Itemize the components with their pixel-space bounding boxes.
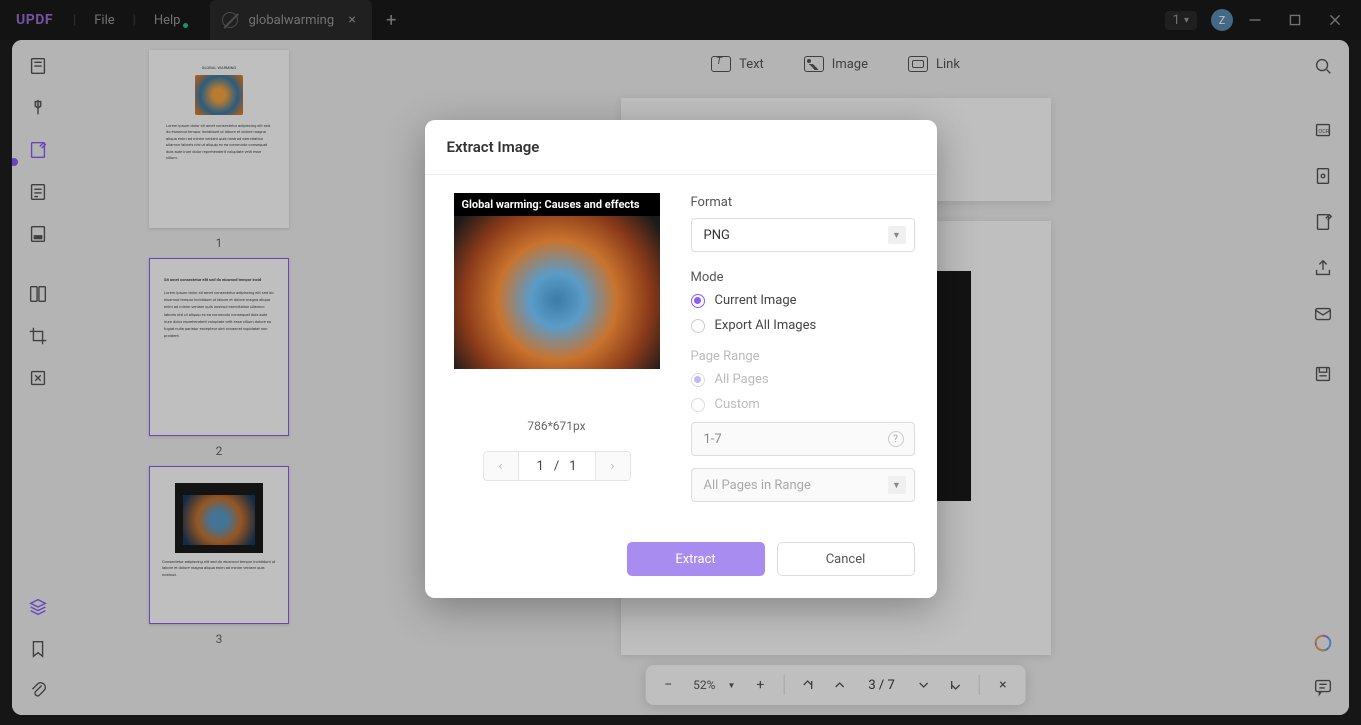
extract-button[interactable]: Extract [627,542,765,576]
pager-indicator: 1 / 1 [519,451,595,481]
mode-all-label: Export All Images [715,318,817,333]
chevron-down-icon: ▼ [888,476,906,494]
pager-current: 1 [537,459,544,474]
mode-label: Mode [691,270,915,285]
mode-current-radio[interactable]: Current Image [691,293,915,308]
pager-next-button[interactable]: › [595,451,631,481]
preview-caption: Global warming: Causes and effects [454,193,660,216]
mode-current-label: Current Image [715,293,797,308]
cancel-button[interactable]: Cancel [777,542,915,576]
page-range-input: 1-7 ? [691,422,915,456]
radio-unchecked-icon [691,398,705,412]
help-icon[interactable]: ? [888,431,904,447]
pager-prev-button[interactable]: ‹ [483,451,519,481]
range-scope-value: All Pages in Range [704,478,811,493]
radio-unchecked-icon [691,319,705,333]
image-preview: Global warming: Causes and effects [454,193,660,369]
format-label: Format [691,195,915,210]
page-range-label: Page Range [691,349,915,364]
radio-checked-icon [691,294,705,308]
extract-image-dialog: Extract Image Global warming: Causes and… [425,120,937,598]
range-scope-select: All Pages in Range ▼ [691,468,915,502]
dialog-title: Extract Image [425,120,937,175]
range-custom-radio: Custom [691,397,915,412]
range-all-label: All Pages [715,372,769,387]
range-all-radio: All Pages [691,372,915,387]
pager-total: 1 [569,459,576,474]
radio-checked-icon [691,373,705,387]
format-select[interactable]: PNG ▼ [691,218,915,252]
chevron-down-icon: ▼ [888,226,906,244]
image-dimensions: 786*671px [527,419,585,433]
format-value: PNG [704,228,730,243]
pager-sep: / [554,459,559,474]
range-value: 1-7 [704,432,722,447]
mode-export-all-radio[interactable]: Export All Images [691,318,915,333]
range-custom-label: Custom [715,397,760,412]
preview-pager: ‹ 1 / 1 › [483,451,631,481]
